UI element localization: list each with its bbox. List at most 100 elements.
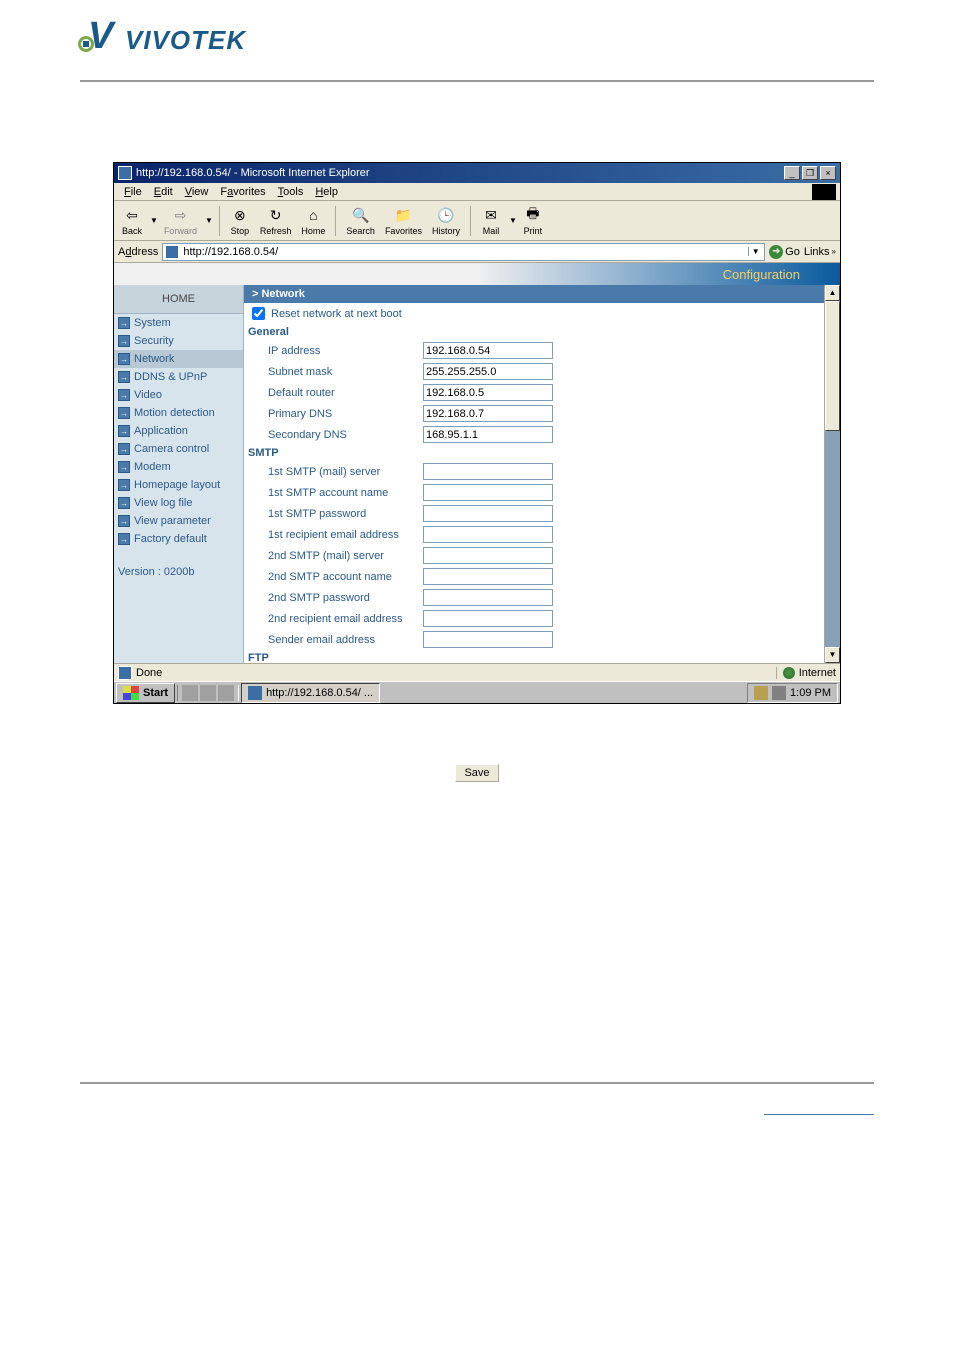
scroll-thumb[interactable] <box>825 301 840 431</box>
title-bar: http://192.168.0.54/ - Microsoft Interne… <box>114 163 840 183</box>
ie-icon <box>118 166 132 180</box>
reset-network-row: Reset network at next boot <box>244 303 840 324</box>
scrollbar: ▲ ▼ <box>824 285 840 663</box>
forward-dropdown[interactable]: ▼ <box>205 216 213 225</box>
close-button[interactable]: × <box>820 166 836 180</box>
arrow-icon: → <box>118 425 130 437</box>
sidebar-item-motion[interactable]: →Motion detection <box>114 404 243 422</box>
menu-tools[interactable]: Tools <box>272 184 310 200</box>
favorites-icon: 📁 <box>393 205 413 225</box>
page-icon <box>165 245 179 259</box>
arrow-icon: → <box>118 443 130 455</box>
reset-network-checkbox[interactable] <box>252 307 265 320</box>
reset-network-label: Reset network at next boot <box>271 308 402 320</box>
taskbar-ie-button[interactable]: http://192.168.0.54/ ... <box>241 683 380 703</box>
address-label: Address <box>118 246 158 258</box>
back-dropdown[interactable]: ▼ <box>150 216 158 225</box>
sidebar-item-camera[interactable]: →Camera control <box>114 440 243 458</box>
save-button[interactable]: Save <box>455 764 498 782</box>
scroll-down-button[interactable]: ▼ <box>825 647 840 663</box>
mail-dropdown[interactable]: ▼ <box>509 216 517 225</box>
scroll-track-lower[interactable] <box>825 431 840 647</box>
menu-view[interactable]: View <box>179 184 215 200</box>
address-bar: Address ▼ ➜ Go Links » <box>114 241 840 263</box>
print-button[interactable]: 🖶 Print <box>519 203 547 238</box>
smtp-recipient2-input[interactable] <box>423 610 553 627</box>
stop-button[interactable]: ⊗ Stop <box>226 203 254 238</box>
default-router-input[interactable] <box>423 384 553 401</box>
back-button[interactable]: ⇦ Back <box>118 203 146 238</box>
status-text: Done <box>136 667 776 679</box>
smtp-label: SMTP <box>244 445 840 461</box>
mail-button[interactable]: ✉ Mail <box>477 203 505 238</box>
toolbar: ⇦ Back ▼ ⇨ Forward ▼ ⊗ Stop ↻ Refresh ⌂ … <box>114 201 840 241</box>
status-page-icon <box>118 666 132 680</box>
menu-file[interactable]: File <box>118 184 148 200</box>
sidebar-item-system[interactable]: →System <box>114 314 243 332</box>
taskbar: Start http://192.168.0.54/ ... 1:09 PM <box>114 681 840 703</box>
smtp-account1-label: 1st SMTP account name <box>268 487 423 499</box>
primary-dns-input[interactable] <box>423 405 553 422</box>
back-icon: ⇦ <box>122 205 142 225</box>
print-icon: 🖶 <box>523 205 543 225</box>
secondary-dns-input[interactable] <box>423 426 553 443</box>
sidebar-item-modem[interactable]: →Modem <box>114 458 243 476</box>
sidebar-home[interactable]: HOME <box>114 285 243 314</box>
subnet-mask-input[interactable] <box>423 363 553 380</box>
windows-logo-icon <box>123 686 139 700</box>
sidebar-item-network[interactable]: →Network <box>114 350 243 368</box>
quick-launch-icon-2[interactable] <box>200 685 216 701</box>
go-button[interactable]: ➜ Go <box>769 245 800 259</box>
refresh-button[interactable]: ↻ Refresh <box>256 203 296 238</box>
address-input[interactable] <box>183 246 748 258</box>
ie-task-icon <box>248 686 262 700</box>
menu-help[interactable]: Help <box>309 184 344 200</box>
smtp-server2-input[interactable] <box>423 547 553 564</box>
arrow-icon: → <box>118 407 130 419</box>
search-button[interactable]: 🔍 Search <box>342 203 379 238</box>
tray-volume-icon[interactable] <box>772 686 786 700</box>
sidebar-item-security[interactable]: →Security <box>114 332 243 350</box>
config-banner: Configuration <box>114 263 840 285</box>
sidebar-item-video[interactable]: →Video <box>114 386 243 404</box>
menu-favorites[interactable]: Favorites <box>214 184 271 200</box>
scroll-up-button[interactable]: ▲ <box>825 285 840 301</box>
address-dropdown[interactable]: ▼ <box>748 247 762 256</box>
quick-launch-icon-3[interactable] <box>218 685 234 701</box>
home-button[interactable]: ⌂ Home <box>297 203 329 238</box>
links-button[interactable]: Links » <box>804 246 836 258</box>
smtp-account2-input[interactable] <box>423 568 553 585</box>
window-controls: _ ❐ × <box>784 166 836 180</box>
favorites-button[interactable]: 📁 Favorites <box>381 203 426 238</box>
smtp-account1-input[interactable] <box>423 484 553 501</box>
sidebar-item-parameter[interactable]: →View parameter <box>114 512 243 530</box>
subnet-mask-label: Subnet mask <box>268 366 423 378</box>
tray-icon-1[interactable] <box>754 686 768 700</box>
sidebar-item-homepage[interactable]: →Homepage layout <box>114 476 243 494</box>
forward-button[interactable]: ⇨ Forward <box>160 203 201 238</box>
sidebar-item-ddns[interactable]: →DDNS & UPnP <box>114 368 243 386</box>
smtp-password1-input[interactable] <box>423 505 553 522</box>
menu-edit[interactable]: Edit <box>148 184 179 200</box>
sidebar-item-application[interactable]: →Application <box>114 422 243 440</box>
search-icon: 🔍 <box>351 205 371 225</box>
sidebar-item-log[interactable]: →View log file <box>114 494 243 512</box>
sidebar-item-factory[interactable]: →Factory default <box>114 530 243 548</box>
header-rule <box>80 80 874 82</box>
smtp-server1-input[interactable] <box>423 463 553 480</box>
smtp-sender-input[interactable] <box>423 631 553 648</box>
smtp-password2-input[interactable] <box>423 589 553 606</box>
arrow-icon: → <box>118 317 130 329</box>
arrow-icon: → <box>118 353 130 365</box>
browser-window: http://192.168.0.54/ - Microsoft Interne… <box>113 162 841 704</box>
history-button[interactable]: 🕒 History <box>428 203 464 238</box>
arrow-icon: → <box>118 533 130 545</box>
minimize-button[interactable]: _ <box>784 166 800 180</box>
ip-address-input[interactable] <box>423 342 553 359</box>
maximize-button[interactable]: ❐ <box>802 166 818 180</box>
ie-logo-icon <box>812 184 836 200</box>
tray-clock: 1:09 PM <box>790 687 831 699</box>
smtp-recipient1-input[interactable] <box>423 526 553 543</box>
start-button[interactable]: Start <box>116 683 175 703</box>
quick-launch-icon-1[interactable] <box>182 685 198 701</box>
